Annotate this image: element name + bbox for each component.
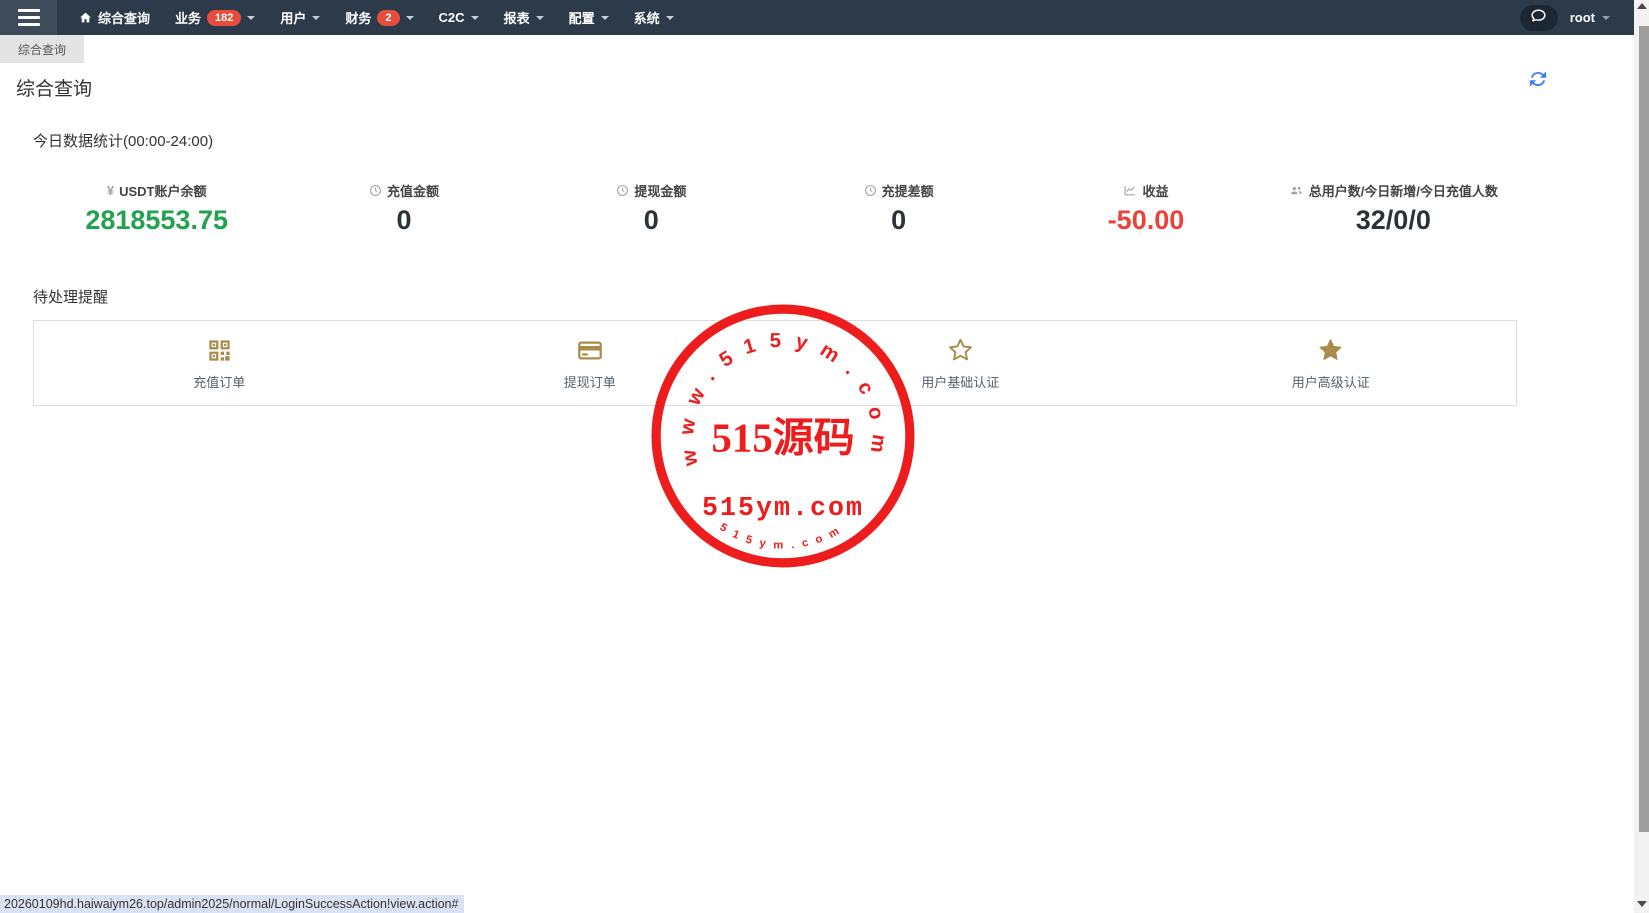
stat-value: 2818553.75 xyxy=(33,205,280,236)
pending-label: 用户基础认证 xyxy=(775,372,1146,391)
scrollbar-thumb[interactable] xyxy=(1639,26,1649,832)
nav-label: C2C xyxy=(439,10,465,25)
svg-text:515ym.com: 515ym.com xyxy=(718,521,849,551)
stat-diff-amount: 充提差额 0 xyxy=(775,181,1022,236)
stat-label: USDT账户余额 xyxy=(119,181,206,200)
chevron-down-icon xyxy=(312,16,320,20)
nav-label: 财务 xyxy=(345,8,371,27)
chevron-down-icon xyxy=(247,16,255,20)
stat-label: 充提差额 xyxy=(882,181,934,200)
stat-withdraw-amount: 提现金额 0 xyxy=(528,181,775,236)
username: root xyxy=(1570,10,1595,25)
nav-item-users[interactable]: 用户 xyxy=(280,8,320,27)
tab-bar: 综合查询 xyxy=(0,35,1634,63)
nav-item-overview[interactable]: 综合查询 xyxy=(79,8,150,27)
stat-value: 0 xyxy=(280,205,527,236)
stats-heading: 今日数据统计(00:00-24:00) xyxy=(33,130,1634,151)
chat-bubble-icon xyxy=(1530,7,1547,29)
stat-user-counts: 总用户数/今日新增/今日充值人数 32/0/0 xyxy=(1270,181,1517,236)
nav-label: 报表 xyxy=(504,8,530,27)
chevron-down-icon xyxy=(406,16,414,20)
sidebar-toggle-button[interactable] xyxy=(0,0,57,35)
pending-label: 充值订单 xyxy=(34,372,405,391)
tab-overview[interactable]: 综合查询 xyxy=(0,35,84,63)
nav-label: 用户 xyxy=(280,8,306,27)
star-outline-icon xyxy=(775,336,1146,366)
stats-row: ¥ USDT账户余额 2818553.75 充值金额 0 提现金额 0 xyxy=(33,181,1517,236)
nav-item-config[interactable]: 配置 xyxy=(569,8,609,27)
scroll-down-arrow-icon[interactable] xyxy=(1637,901,1647,907)
messages-button[interactable] xyxy=(1520,5,1558,31)
stat-label: 收益 xyxy=(1142,181,1168,200)
yen-icon: ¥ xyxy=(107,183,114,198)
pending-label: 提现订单 xyxy=(405,372,776,391)
status-bar-link-preview: 20260109hd.haiwaiym26.top/admin2025/norm… xyxy=(0,895,464,913)
pending-item-advanced-kyc[interactable]: 用户高级认证 xyxy=(1146,336,1517,391)
stat-deposit-amount: 充值金额 0 xyxy=(280,181,527,236)
user-menu[interactable]: root xyxy=(1570,10,1610,25)
page-title: 综合查询 xyxy=(16,74,1618,101)
vertical-scrollbar[interactable] xyxy=(1634,0,1649,913)
users-icon xyxy=(1289,184,1304,197)
refresh-button[interactable] xyxy=(1528,69,1550,91)
nav-label: 综合查询 xyxy=(98,8,150,27)
stamp-arc-bottom-text: 515ym.com xyxy=(718,521,849,551)
business-badge: 182 xyxy=(207,10,241,26)
star-filled-icon xyxy=(1146,336,1517,366)
pending-item-basic-kyc[interactable]: 用户基础认证 xyxy=(775,336,1146,391)
nav-label: 配置 xyxy=(569,8,595,27)
stat-value: -50.00 xyxy=(1022,205,1269,236)
finance-badge: 2 xyxy=(377,10,399,26)
nav-item-system[interactable]: 系统 xyxy=(634,8,674,27)
pending-item-deposit-orders[interactable]: 充值订单 xyxy=(34,336,405,391)
stat-value: 32/0/0 xyxy=(1270,205,1517,236)
nav-label: 系统 xyxy=(634,8,660,27)
nav-item-reports[interactable]: 报表 xyxy=(504,8,544,27)
clock-icon xyxy=(864,184,877,197)
chevron-down-icon xyxy=(1602,16,1610,20)
pending-item-withdraw-orders[interactable]: 提现订单 xyxy=(405,336,776,391)
main-menu: 综合查询 业务 182 用户 财务 2 C2C 报表 xyxy=(57,0,1520,35)
clock-icon xyxy=(616,184,629,197)
chevron-down-icon xyxy=(666,16,674,20)
chevron-down-icon xyxy=(536,16,544,20)
stat-value: 0 xyxy=(775,205,1022,236)
home-icon xyxy=(79,11,92,24)
credit-card-icon xyxy=(405,336,776,366)
stat-value: 0 xyxy=(528,205,775,236)
stat-label: 充值金额 xyxy=(387,181,439,200)
refresh-icon xyxy=(1528,76,1548,93)
nav-item-business[interactable]: 业务 182 xyxy=(175,8,255,27)
stat-label: 总用户数/今日新增/今日充值人数 xyxy=(1309,181,1498,200)
nav-item-finance[interactable]: 财务 2 xyxy=(345,8,413,27)
nav-item-c2c[interactable]: C2C xyxy=(439,10,479,25)
top-navbar: 综合查询 业务 182 用户 财务 2 C2C 报表 xyxy=(0,0,1634,35)
clock-icon xyxy=(369,184,382,197)
chevron-down-icon xyxy=(471,16,479,20)
chevron-down-icon xyxy=(601,16,609,20)
stat-profit: 收益 -50.00 xyxy=(1022,181,1269,236)
line-chart-icon xyxy=(1123,184,1137,197)
pending-heading: 待处理提醒 xyxy=(33,286,1634,307)
stamp-domain-text: 515ym.com xyxy=(702,493,864,523)
pending-card: 充值订单 提现订单 用户基础认证 xyxy=(33,320,1517,406)
stat-usdt-balance: ¥ USDT账户余额 2818553.75 xyxy=(33,181,280,236)
stat-label: 提现金额 xyxy=(634,181,686,200)
qrcode-icon xyxy=(34,336,405,366)
pending-label: 用户高级认证 xyxy=(1146,372,1517,391)
scroll-up-arrow-icon[interactable] xyxy=(1637,3,1647,9)
stamp-center-text: 515源码 xyxy=(711,415,854,460)
nav-label: 业务 xyxy=(175,8,201,27)
